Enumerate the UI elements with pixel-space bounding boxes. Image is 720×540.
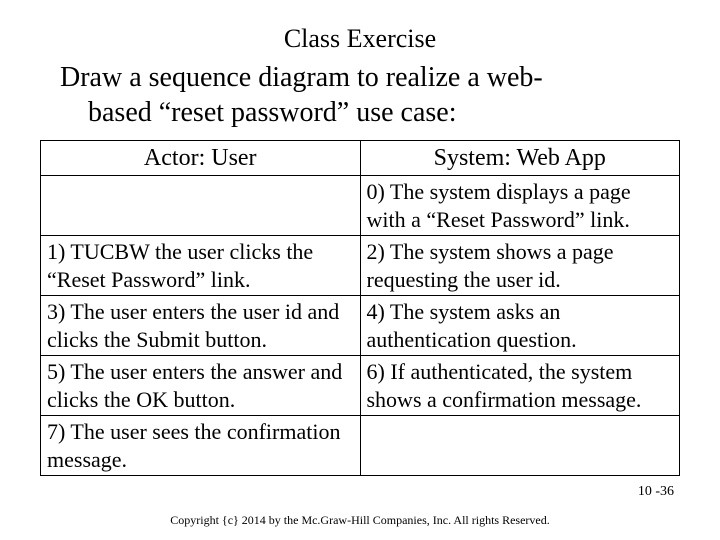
subtitle-line1: Draw a sequence diagram to realize a web…	[60, 62, 543, 93]
table-row: 0) The system displays a page with a “Re…	[41, 176, 680, 236]
slide-title: Class Exercise	[40, 24, 680, 54]
cell-system: 0) The system displays a page with a “Re…	[360, 176, 680, 236]
cell-system: 6) If authenticated, the system shows a …	[360, 356, 680, 416]
table-header-row: Actor: User System: Web App	[41, 141, 680, 176]
table-row: 1) TUCBW the user clicks the “Reset Pass…	[41, 236, 680, 296]
table-row: 7) The user sees the confirmation messag…	[41, 416, 680, 476]
header-actor: Actor: User	[41, 141, 361, 176]
subtitle-line2: based “reset password” use case:	[60, 95, 670, 130]
cell-system: 2) The system shows a page requesting th…	[360, 236, 680, 296]
cell-actor: 5) The user enters the answer and clicks…	[41, 356, 361, 416]
copyright-text: Copyright {c} 2014 by the Mc.Graw-Hill C…	[0, 513, 720, 528]
table-row: 3) The user enters the user id and click…	[41, 296, 680, 356]
cell-actor	[41, 176, 361, 236]
cell-actor: 3) The user enters the user id and click…	[41, 296, 361, 356]
cell-system	[360, 416, 680, 476]
cell-actor: 1) TUCBW the user clicks the “Reset Pass…	[41, 236, 361, 296]
page-number: 10 -36	[638, 484, 674, 500]
use-case-table: Actor: User System: Web App 0) The syste…	[40, 140, 680, 476]
cell-actor: 7) The user sees the confirmation messag…	[41, 416, 361, 476]
cell-system: 4) The system asks an authentication que…	[360, 296, 680, 356]
table-row: 5) The user enters the answer and clicks…	[41, 356, 680, 416]
header-system: System: Web App	[360, 141, 680, 176]
slide-subtitle: Draw a sequence diagram to realize a web…	[60, 60, 670, 130]
